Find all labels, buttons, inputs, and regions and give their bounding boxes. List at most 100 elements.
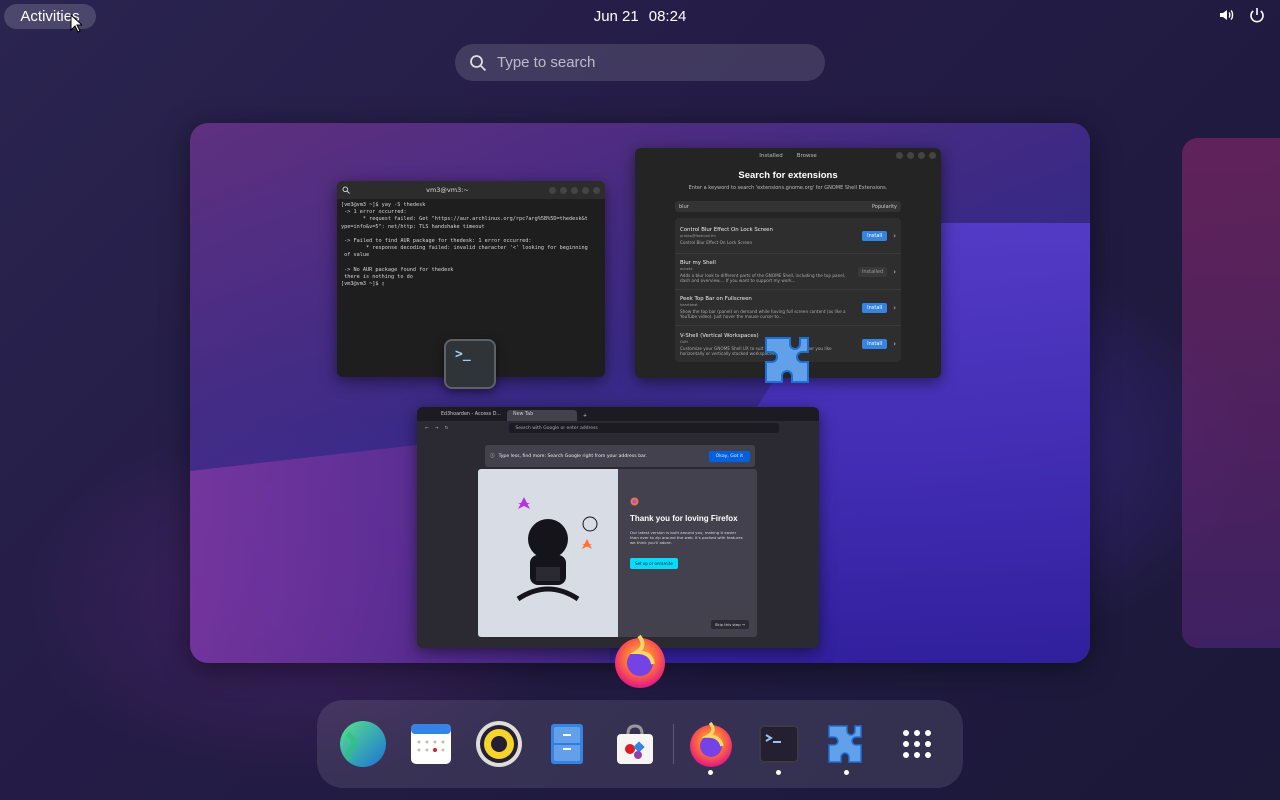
install-button[interactable]: Install xyxy=(862,302,888,313)
workspace-thumbnail-next[interactable] xyxy=(1182,138,1280,648)
list-item[interactable]: Blur my Shell aunetx Adds a blur look to… xyxy=(675,254,901,290)
install-button[interactable]: Install xyxy=(862,230,888,241)
show-apps-button[interactable] xyxy=(893,720,941,768)
system-status-area[interactable] xyxy=(1218,6,1266,24)
installed-label: Installed xyxy=(857,266,888,277)
search-bar[interactable] xyxy=(455,44,825,81)
dash xyxy=(317,700,963,788)
browser-tab[interactable]: Ed3hoarden - Access D... xyxy=(435,410,505,421)
illustration-person-icon xyxy=(516,497,598,602)
dash-app-firefox[interactable] xyxy=(687,720,735,775)
address-bar-placeholder: Search with Google or enter address xyxy=(515,425,598,431)
firefox-tabstrip: Ed3hoarden - Access D... New Tab + xyxy=(417,407,819,421)
dash-app-web-browser[interactable] xyxy=(339,720,387,768)
menu-icon[interactable] xyxy=(560,186,567,194)
power-icon xyxy=(1250,8,1264,23)
firefox-icon xyxy=(690,721,732,767)
puzzle-piece-icon xyxy=(828,725,862,763)
close-icon[interactable] xyxy=(593,186,600,194)
extension-desc: Control Blur Effect On Lock Screen xyxy=(680,239,753,245)
extensions-subheading: Enter a keyword to search 'extensions.gn… xyxy=(688,185,888,191)
notice-text: Type less, find more: Search Google righ… xyxy=(498,453,647,459)
address-bar[interactable]: Search with Google or enter address xyxy=(509,423,780,433)
onboarding-title: Thank you for loving Firefox xyxy=(630,514,738,523)
firefox-toolbar: ← → ↻ Search with Google or enter addres… xyxy=(417,421,819,435)
running-indicator xyxy=(776,770,781,775)
minimize-icon[interactable] xyxy=(907,152,914,159)
running-indicator xyxy=(844,770,849,775)
shopping-bag-icon xyxy=(617,724,653,764)
extension-author: pratap@fastmail.fm xyxy=(680,233,716,238)
dash-app-files[interactable] xyxy=(543,720,591,768)
calendar-icon xyxy=(411,724,451,764)
back-icon[interactable]: ← xyxy=(425,426,429,431)
dash-app-rhythmbox[interactable] xyxy=(475,720,523,768)
dash-app-terminal[interactable] xyxy=(755,720,803,775)
browser-tab-active[interactable]: New Tab xyxy=(507,410,577,421)
chevron-right-icon[interactable]: › xyxy=(893,304,896,312)
maximize-icon[interactable] xyxy=(582,186,589,194)
search-input[interactable] xyxy=(497,54,797,71)
terminal-output: [vm3@vm3 ~]$ yay -S thedesk -> 1 error o… xyxy=(341,202,588,288)
setup-button[interactable]: Set up or onramite xyxy=(630,557,678,569)
forward-icon[interactable]: → xyxy=(435,426,439,431)
top-bar: Activities Jun 21 08:24 xyxy=(0,0,1280,32)
dash-app-calendar[interactable] xyxy=(407,720,455,768)
skip-step-button[interactable]: Skip this step → xyxy=(710,620,749,629)
extensions-search-field[interactable]: blur Popularity xyxy=(675,201,901,212)
terminal-app-icon: >_ xyxy=(444,339,496,389)
chevron-right-icon[interactable]: › xyxy=(893,268,896,276)
clock-time: 08:24 xyxy=(648,7,687,25)
install-button[interactable]: Install xyxy=(862,339,888,349)
extensions-heading: Search for extensions xyxy=(738,170,838,181)
menu-icon[interactable] xyxy=(896,152,903,159)
running-indicator xyxy=(708,770,713,775)
mouse-pointer-icon xyxy=(70,14,82,33)
terminal-title: vm3@vm3:~ xyxy=(426,186,469,194)
reload-icon[interactable]: ↻ xyxy=(445,426,449,431)
globe-icon xyxy=(340,721,386,767)
extensions-app-icon xyxy=(765,337,809,383)
dash-app-software[interactable] xyxy=(611,720,659,768)
address-bar-notice: ⓘ Type less, find more: Search Google ri… xyxy=(485,445,755,467)
onboarding-illustration xyxy=(478,469,618,637)
tab-installed[interactable]: Installed xyxy=(759,153,782,159)
chevron-right-icon[interactable]: › xyxy=(893,232,896,240)
tab-browse[interactable]: Browse xyxy=(797,153,817,159)
extensions-header: Installed Browse xyxy=(635,148,941,164)
firefox-app-icon xyxy=(615,634,665,688)
minimize-icon[interactable] xyxy=(571,186,578,194)
new-tab-icon[interactable]: + xyxy=(579,412,591,421)
extension-desc: Adds a blur look to different parts of t… xyxy=(680,273,846,283)
info-icon: ⓘ xyxy=(490,454,495,459)
extension-name: Peek Top Bar on Fullscreen xyxy=(680,296,752,302)
extension-desc: Show the top bar (panel) on demand while… xyxy=(680,309,846,319)
sort-dropdown[interactable]: Popularity xyxy=(872,204,897,210)
list-item[interactable]: Peek Top Bar on Fullscreen heartbeat Sho… xyxy=(675,290,901,326)
extension-name: Blur my Shell xyxy=(680,260,716,266)
search-icon xyxy=(470,54,487,71)
dash-separator xyxy=(673,724,674,764)
firefox-logo-icon xyxy=(630,497,639,506)
speaker-icon xyxy=(476,721,522,767)
extensions-search-value: blur xyxy=(679,203,689,210)
window-firefox[interactable]: Ed3hoarden - Access D... New Tab + ← → ↻… xyxy=(417,407,819,648)
chevron-right-icon[interactable]: › xyxy=(893,340,896,348)
dash-app-extensions[interactable] xyxy=(823,720,871,775)
maximize-icon[interactable] xyxy=(918,152,925,159)
app-grid-icon xyxy=(903,730,931,758)
extension-author: heartbeat xyxy=(680,303,698,307)
extension-author: aunetx xyxy=(680,267,693,271)
clock-date: Jun 21 xyxy=(593,7,639,25)
search-icon[interactable] xyxy=(342,186,350,194)
list-item[interactable]: Control Blur Effect On Lock Screen prata… xyxy=(675,218,901,254)
activities-button[interactable]: Activities xyxy=(4,4,96,29)
terminal-titlebar: vm3@vm3:~ xyxy=(337,181,605,199)
clock[interactable]: Jun 21 08:24 xyxy=(540,0,740,32)
volume-icon xyxy=(1220,9,1234,21)
onboarding-body: Our latest version is built around you, … xyxy=(630,530,743,546)
close-icon[interactable] xyxy=(929,152,936,159)
okay-got-it-button[interactable]: Okay, Got it xyxy=(708,450,750,462)
onboarding-card: Thank you for loving Firefox Our latest … xyxy=(478,469,757,637)
new-tab-icon[interactable] xyxy=(549,186,556,194)
